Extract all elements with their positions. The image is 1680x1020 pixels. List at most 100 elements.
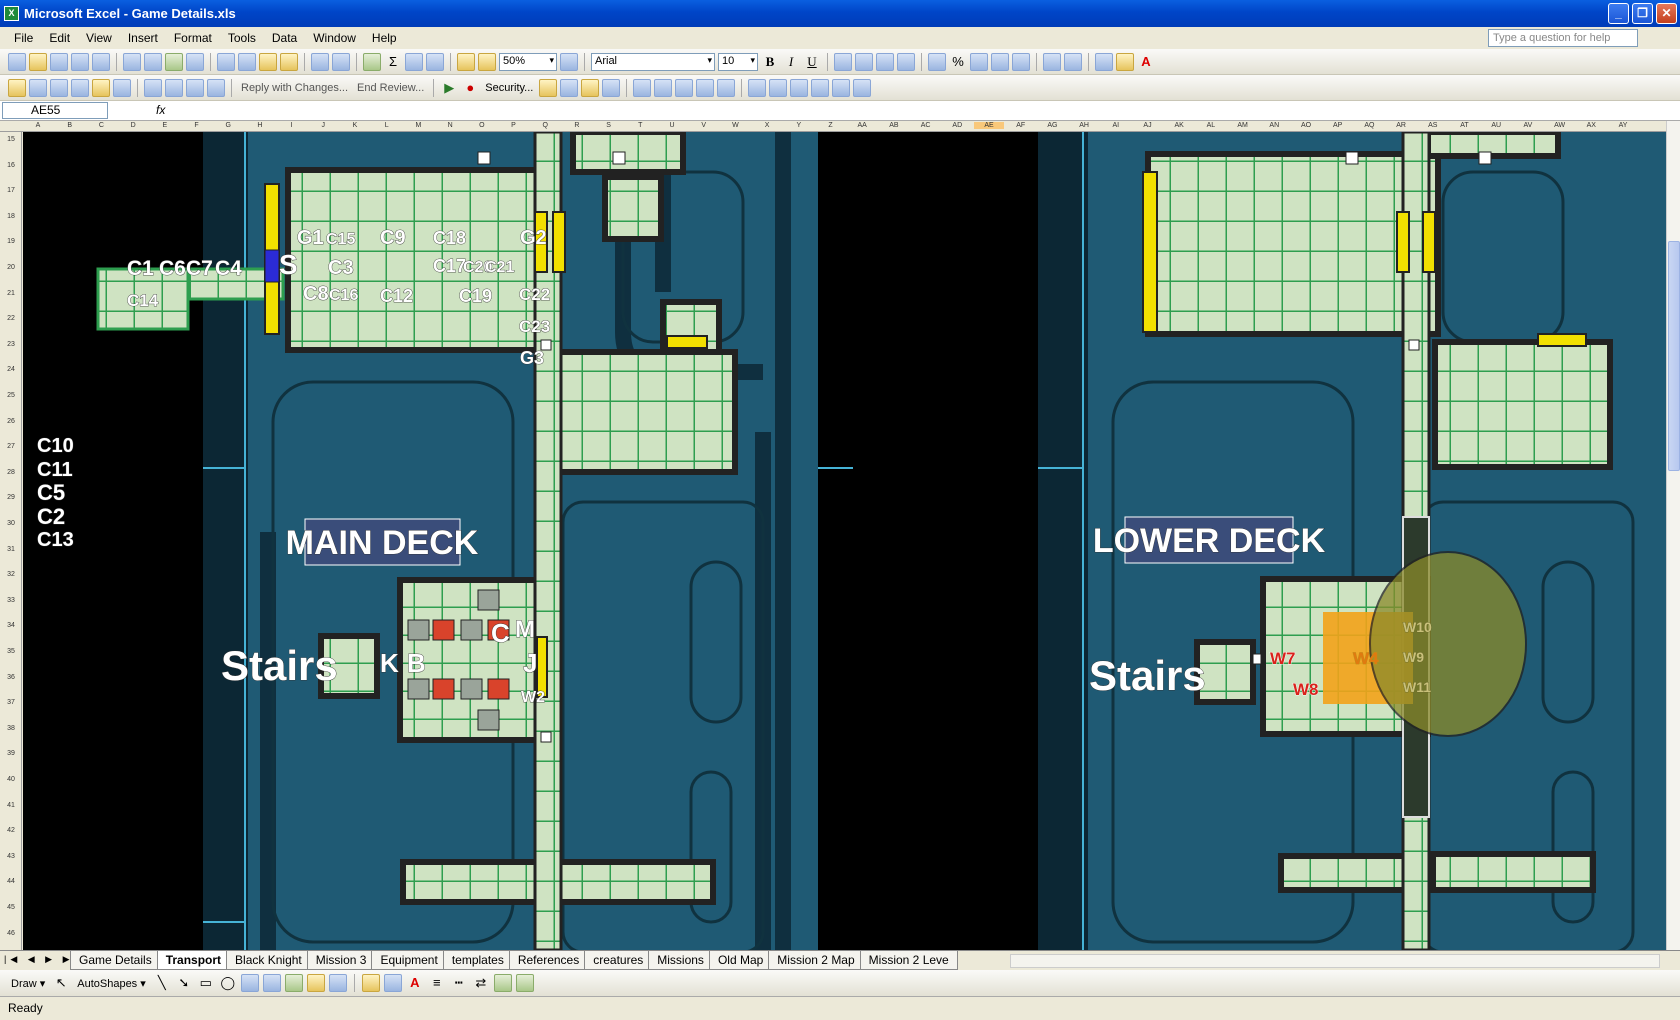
column-header[interactable]: M [403, 122, 433, 129]
row-header[interactable]: 29 [0, 494, 21, 501]
open-icon[interactable] [29, 52, 47, 71]
column-header[interactable]: AX [1576, 122, 1606, 129]
design-mode-icon[interactable] [581, 78, 600, 97]
percent-button[interactable]: % [949, 53, 967, 71]
ask-question-input[interactable]: Type a question for help [1488, 29, 1638, 47]
column-header[interactable]: S [594, 122, 624, 129]
row-header[interactable]: 23 [0, 341, 21, 348]
row-header[interactable]: 17 [0, 187, 21, 194]
horizontal-scrollbar[interactable] [1010, 954, 1660, 968]
format-painter-icon[interactable] [280, 52, 298, 71]
copy-icon[interactable] [238, 52, 256, 71]
row-header[interactable]: 27 [0, 443, 21, 450]
draw-font-color-icon[interactable]: A [406, 974, 424, 992]
menu-insert[interactable]: Insert [120, 31, 166, 45]
row-header[interactable]: 37 [0, 699, 21, 706]
name-box[interactable]: AE55 [2, 102, 108, 119]
comma-style-icon[interactable] [970, 52, 988, 71]
sort-ascending-icon[interactable] [405, 52, 423, 71]
clip-art-icon[interactable] [306, 974, 325, 992]
redo-icon[interactable] [332, 52, 350, 71]
hyperlink-icon[interactable] [363, 52, 381, 71]
row-header[interactable]: 32 [0, 571, 21, 578]
font-size-select[interactable]: 10 [718, 52, 758, 71]
row-header[interactable]: 31 [0, 546, 21, 553]
worksheet[interactable]: C10 C11 C5 C2 C13 MAIN DECK Stairs G1 C1… [23, 132, 1666, 950]
print-icon[interactable] [123, 52, 141, 71]
deck-map-picture[interactable]: C10 C11 C5 C2 C13 MAIN DECK Stairs G1 C1… [23, 132, 1666, 950]
column-header[interactable]: W [720, 122, 750, 129]
arrow-style-icon[interactable]: ⇄ [472, 974, 490, 992]
row-headers[interactable]: 15 16 17 18 19 20 21 22 23 24 25 26 27 28 29 30 31 32 33 34… [0, 132, 22, 950]
menu-file[interactable]: File [6, 31, 41, 45]
diagram-icon[interactable] [284, 974, 303, 992]
underline-button[interactable]: U [803, 53, 821, 71]
column-header[interactable]: J [308, 122, 338, 129]
rectangle-icon[interactable]: ▭ [197, 974, 215, 992]
currency-icon[interactable] [928, 52, 946, 71]
row-header[interactable]: 30 [0, 520, 21, 527]
drawing-icon[interactable] [478, 52, 496, 71]
highlight-icon[interactable] [92, 78, 110, 97]
column-header[interactable]: C [86, 122, 116, 129]
column-header[interactable]: V [689, 122, 719, 129]
fill-color-icon[interactable] [1116, 52, 1134, 71]
decrease-decimal-icon[interactable] [1012, 52, 1030, 71]
row-header[interactable]: 36 [0, 674, 21, 681]
increase-indent-icon[interactable] [1064, 52, 1082, 71]
tab-creatures[interactable]: creatures [584, 951, 653, 970]
row-header[interactable]: 42 [0, 827, 21, 834]
tab-missions[interactable]: Missions [648, 951, 713, 970]
column-header[interactable]: I [277, 122, 307, 129]
row-header[interactable]: 21 [0, 290, 21, 297]
chart-wizard-icon[interactable] [457, 52, 475, 71]
line-style-icon[interactable]: ≡ [428, 974, 446, 992]
align-left-icon[interactable] [834, 52, 852, 71]
decrease-indent-icon[interactable] [1043, 52, 1061, 71]
tab-references[interactable]: References [508, 951, 589, 970]
print-preview-icon[interactable] [144, 52, 162, 71]
reject-icon[interactable] [186, 78, 204, 97]
column-header[interactable]: AR [1386, 122, 1416, 129]
formula-input[interactable] [180, 103, 1660, 119]
tab-equipment[interactable]: Equipment [371, 951, 447, 970]
column-header[interactable]: AO [1291, 122, 1321, 129]
row-header[interactable]: 35 [0, 648, 21, 655]
folder-icon[interactable] [8, 78, 26, 97]
tab-transport[interactable]: Transport [156, 951, 231, 970]
autosum-icon[interactable]: Σ [384, 53, 402, 71]
wordart-icon[interactable] [262, 974, 281, 992]
vertical-scroll-thumb[interactable] [1668, 241, 1680, 471]
column-header[interactable]: Z [816, 122, 846, 129]
row-header[interactable]: 40 [0, 776, 21, 783]
row-header[interactable]: 33 [0, 597, 21, 604]
minimize-button[interactable]: _ [1608, 3, 1629, 24]
pencil-tool-icon[interactable] [811, 78, 830, 97]
run-macro-icon[interactable]: ▶ [440, 79, 458, 97]
menu-tools[interactable]: Tools [220, 31, 264, 45]
row-header[interactable]: 26 [0, 418, 21, 425]
column-header[interactable]: F [182, 122, 212, 129]
delete-comment-icon[interactable] [113, 78, 131, 97]
column-header[interactable]: AL [1196, 122, 1226, 129]
column-header[interactable]: AY [1608, 122, 1638, 129]
3d-icon[interactable] [515, 974, 534, 992]
track-icon[interactable] [144, 78, 162, 97]
paste-icon[interactable] [259, 52, 277, 71]
row-header[interactable]: 25 [0, 392, 21, 399]
row-header[interactable]: 39 [0, 750, 21, 757]
column-header[interactable]: AW [1545, 122, 1575, 129]
arrow-icon[interactable]: ➘ [175, 974, 193, 992]
shadow-icon[interactable] [493, 974, 512, 992]
column-header[interactable]: AJ [1133, 122, 1163, 129]
fx-icon[interactable]: fx [156, 103, 165, 117]
row-header[interactable]: 16 [0, 162, 21, 169]
vb-editor-icon[interactable] [539, 78, 558, 97]
column-header[interactable]: P [499, 122, 529, 129]
column-header[interactable]: AA [847, 122, 877, 129]
menu-format[interactable]: Format [166, 31, 220, 45]
record-macro-icon[interactable]: ● [461, 79, 479, 97]
excel-app-icon[interactable]: X [4, 6, 19, 21]
tab-mission-2-leve[interactable]: Mission 2 Leve [859, 951, 958, 970]
menu-edit[interactable]: Edit [41, 31, 78, 45]
